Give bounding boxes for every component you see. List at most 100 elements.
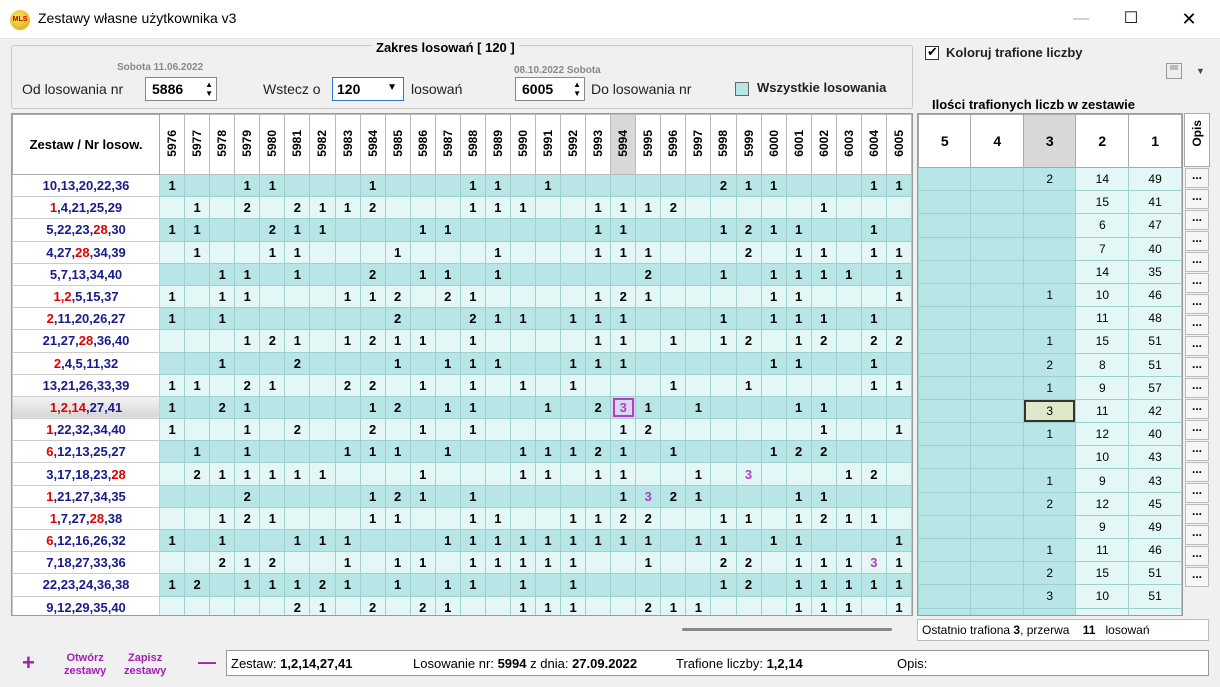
hit-cell[interactable] <box>484 284 511 309</box>
hit-cell[interactable] <box>309 329 336 353</box>
hit-cell[interactable]: 1 <box>835 262 862 286</box>
hit-cell[interactable] <box>610 573 637 597</box>
hit-count-cell[interactable] <box>970 375 1024 400</box>
hit-count-cell[interactable] <box>1022 607 1077 615</box>
hit-cell[interactable]: 1 <box>309 595 336 615</box>
hit-cell[interactable]: 1 <box>885 173 912 198</box>
hit-cell[interactable] <box>560 484 587 508</box>
hit-cell[interactable] <box>710 351 737 375</box>
description-button[interactable]: ... <box>1185 315 1209 335</box>
hit-count-cell[interactable] <box>970 306 1024 331</box>
draw-column-header[interactable]: 5980 <box>259 114 286 175</box>
hit-cell[interactable]: 1 <box>234 262 261 286</box>
hit-cell[interactable]: 1 <box>334 551 361 575</box>
table-row[interactable]: 13,21,26,33,39 1 1 2 1 2 2 1 1 1 1 1 1 1 1 <box>12 373 912 397</box>
hit-cell[interactable] <box>635 440 662 464</box>
hit-count-cell[interactable]: 11 <box>1075 537 1130 563</box>
hit-cell[interactable]: 1 <box>585 528 612 553</box>
hit-cell[interactable] <box>484 484 511 508</box>
back-count-select[interactable]: 120 ▼ <box>332 77 404 101</box>
hit-cell[interactable] <box>234 218 261 242</box>
hit-cell[interactable] <box>685 173 712 198</box>
hit-cell[interactable]: 1 <box>860 307 887 331</box>
hit-cell[interactable]: 1 <box>785 218 812 242</box>
hit-cell[interactable]: 1 <box>259 573 286 597</box>
hit-cell[interactable] <box>835 418 862 442</box>
hit-count-cell[interactable]: 9 <box>1075 375 1130 400</box>
hit-cell[interactable]: 1 <box>409 329 436 353</box>
hit-cell[interactable] <box>560 262 587 286</box>
description-button[interactable]: ... <box>1185 399 1209 419</box>
hit-cell[interactable]: 1 <box>459 395 486 420</box>
hit-cell[interactable] <box>159 484 186 508</box>
hit-cell[interactable]: 2 <box>384 284 411 309</box>
hit-cell[interactable]: 2 <box>284 595 311 615</box>
hit-cell[interactable]: 1 <box>184 240 211 264</box>
hit-cell[interactable] <box>434 484 461 508</box>
hit-cell[interactable]: 2 <box>284 196 311 220</box>
hit-cell[interactable] <box>409 440 436 464</box>
table-row[interactable]: 2 15 51 <box>918 561 1182 586</box>
hit-count-cell[interactable] <box>970 468 1024 493</box>
hit-count-cell[interactable] <box>970 398 1024 424</box>
hit-cell[interactable]: 1 <box>459 484 486 508</box>
hit-cell[interactable] <box>810 284 837 309</box>
hit-cell[interactable] <box>209 484 236 508</box>
draw-column-header[interactable]: 5993 <box>585 114 612 175</box>
hit-cell[interactable]: 1 <box>434 218 461 242</box>
hit-cell[interactable] <box>209 440 236 464</box>
hit-cell[interactable] <box>735 528 762 553</box>
hit-cell[interactable]: 2 <box>259 551 286 575</box>
hit-cell[interactable] <box>409 395 436 420</box>
hit-count-cell[interactable] <box>918 236 972 261</box>
hit-count-cell[interactable] <box>918 607 972 615</box>
hit-cell[interactable] <box>459 262 486 286</box>
hit-cell[interactable] <box>259 418 286 442</box>
hit-count-cell[interactable]: 11 <box>1075 398 1130 424</box>
hit-count-cell[interactable]: 12 <box>1075 422 1130 447</box>
hit-count-cell[interactable] <box>1022 259 1077 284</box>
hit-cell[interactable]: 1 <box>159 395 186 420</box>
hit-cell[interactable]: 1 <box>635 284 662 309</box>
hit-cell[interactable]: 1 <box>610 218 637 242</box>
hit-count-cell[interactable] <box>918 584 972 609</box>
hit-count-cell[interactable]: 6 <box>1075 213 1130 238</box>
hit-cell[interactable] <box>760 551 787 575</box>
hit-cell[interactable]: 1 <box>234 173 261 198</box>
hit-cell[interactable] <box>560 329 587 353</box>
hit-cell[interactable] <box>484 395 511 420</box>
hit-cell[interactable] <box>184 262 211 286</box>
hit-count-cell[interactable] <box>918 282 972 308</box>
hit-cell[interactable] <box>434 373 461 397</box>
hit-count-cell[interactable]: 1 <box>1022 422 1077 447</box>
hit-cell[interactable] <box>184 395 211 420</box>
hit-cell[interactable] <box>184 351 211 375</box>
hit-cell[interactable] <box>534 262 562 286</box>
hit-cell[interactable]: 2 <box>585 395 612 420</box>
hit-count-cell[interactable]: 14 <box>1075 166 1130 192</box>
hit-cell[interactable] <box>259 262 286 286</box>
hit-cell[interactable] <box>835 307 862 331</box>
hit-count-cell[interactable]: 51 <box>1128 352 1182 377</box>
hit-cell[interactable] <box>509 351 537 375</box>
hit-cell[interactable]: 1 <box>785 240 812 264</box>
hit-cell[interactable]: 1 <box>835 595 862 615</box>
hit-cell[interactable]: 1 <box>359 395 386 420</box>
hit-cell[interactable]: 1 <box>635 240 662 264</box>
hit-cell[interactable]: 1 <box>184 218 211 242</box>
hit-count-cell[interactable] <box>918 352 972 377</box>
hit-cell[interactable] <box>885 506 912 531</box>
draw-column-header[interactable]: 5985 <box>384 114 411 175</box>
hit-cell[interactable]: 1 <box>209 506 236 531</box>
hit-cell[interactable]: 1 <box>560 440 587 464</box>
hit-cell[interactable]: 1 <box>284 462 311 486</box>
hit-cell[interactable] <box>810 173 837 198</box>
hit-cell[interactable] <box>534 351 562 375</box>
hit-cell[interactable]: 2 <box>359 196 386 220</box>
hit-count-cell[interactable]: 2 <box>1022 166 1077 192</box>
hit-cell[interactable] <box>309 373 336 397</box>
hit-cell[interactable]: 1 <box>560 373 587 397</box>
hit-count-header[interactable]: 4 <box>970 114 1024 168</box>
draw-column-header[interactable]: 5976 <box>159 114 186 175</box>
hit-count-cell[interactable]: 1 <box>1022 537 1077 563</box>
